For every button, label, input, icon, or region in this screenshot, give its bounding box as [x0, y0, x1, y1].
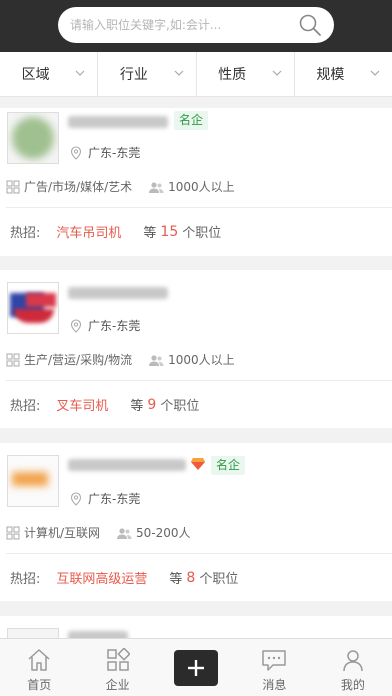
industry-text: 广告/市场/媒体/艺术	[24, 180, 133, 194]
company-meta: 生产/营运/采购/物流 1000人以上	[6, 351, 235, 368]
tab-publish[interactable]	[157, 639, 235, 696]
filter-scale[interactable]: 规模	[295, 52, 392, 96]
company-location: 广东-东莞	[70, 144, 140, 161]
company-size: 1000人以上	[148, 351, 235, 368]
hot-label: 热招:	[10, 399, 41, 414]
search-input[interactable]	[70, 7, 290, 43]
people-icon	[117, 527, 132, 539]
category-grid-icon	[6, 526, 20, 539]
filter-bar: 区域 行业 性质 规模	[0, 52, 392, 97]
chevron-down-icon	[174, 70, 183, 76]
famous-company-badge: 名企	[174, 111, 209, 130]
more-suffix: 个职位	[160, 399, 200, 414]
famous-company-badge: 名企	[211, 456, 246, 475]
hot-job-link[interactable]: 叉车司机	[56, 395, 108, 414]
category-grid-icon	[6, 353, 20, 366]
company-meta: 计算机/互联网 50-200人	[6, 524, 191, 541]
company-meta: 广告/市场/媒体/艺术 1000人以上	[6, 178, 235, 195]
company-logo	[7, 455, 59, 507]
more-prefix: 等	[169, 572, 183, 587]
company-logo	[7, 628, 59, 638]
people-icon	[149, 181, 164, 193]
more-suffix: 个职位	[199, 572, 239, 587]
tab-label: 消息	[262, 678, 287, 692]
company-location: 广东-东莞	[70, 490, 140, 507]
job-count: 9	[147, 396, 157, 413]
job-count: 15	[160, 223, 179, 240]
divider	[6, 380, 392, 381]
search-box[interactable]	[58, 7, 334, 43]
industry-text: 生产/营运/采购/物流	[24, 353, 133, 367]
person-icon	[343, 650, 363, 672]
more-suffix: 个职位	[182, 226, 222, 241]
location-text: 广东-东莞	[88, 319, 141, 333]
hot-jobs: 热招: 汽车吊司机 等 15 个职位	[10, 222, 222, 242]
top-bar	[0, 0, 392, 52]
location-pin-icon	[70, 145, 82, 160]
company-name-blurred	[68, 456, 186, 474]
tab-label: 我的	[340, 678, 365, 692]
hot-job-link[interactable]: 互联网高级运营	[56, 568, 147, 587]
tab-profile[interactable]: 我的	[314, 639, 392, 696]
hot-job-link[interactable]: 汽车吊司机	[56, 222, 121, 241]
company-logo	[7, 282, 59, 334]
bottom-tab-bar: 首页 企业 消息 我的	[0, 638, 392, 696]
chevron-down-icon	[272, 70, 282, 76]
plus-icon	[188, 660, 205, 676]
size-text: 1000人以上	[168, 180, 235, 194]
company-location: 广东-东莞	[70, 317, 140, 334]
hot-label: 热招:	[10, 572, 41, 587]
company-card[interactable]	[0, 616, 392, 643]
message-icon	[262, 650, 287, 671]
company-logo	[7, 112, 59, 164]
hot-jobs: 热招: 叉车司机 等 9 个职位	[10, 395, 200, 415]
filter-industry[interactable]: 行业	[98, 52, 197, 96]
company-name-blurred	[68, 284, 178, 302]
company-name-blurred	[68, 113, 178, 131]
location-pin-icon	[70, 491, 82, 506]
filter-label: 区域	[21, 67, 50, 83]
divider	[6, 553, 392, 554]
divider	[6, 207, 392, 208]
filter-label: 规模	[316, 67, 345, 83]
people-icon	[149, 354, 164, 366]
filter-label: 行业	[119, 67, 148, 83]
size-text: 50-200人	[136, 526, 191, 540]
location-text: 广东-东莞	[88, 492, 141, 506]
company-card[interactable]: 广东-东莞 生产/营运/采购/物流 1000人以上 热招: 叉车司机 等 9 个…	[0, 270, 392, 428]
company-card[interactable]: 名企 广东-东莞 计算机/互联网 50-200人 热招: 互联网高级运营 等 8…	[0, 443, 392, 601]
filter-nature[interactable]: 性质	[197, 52, 295, 96]
industry-text: 计算机/互联网	[24, 526, 101, 540]
filter-label: 性质	[218, 67, 247, 83]
company-card[interactable]: 名企 广东-东莞 广告/市场/媒体/艺术 1000人以上 热招: 汽车吊司机 等…	[0, 108, 392, 256]
tab-label: 企业	[105, 678, 130, 692]
company-grid-icon	[106, 648, 130, 671]
more-prefix: 等	[143, 226, 157, 241]
tab-home[interactable]: 首页	[0, 639, 78, 696]
tab-company[interactable]: 企业	[78, 639, 156, 696]
hot-label: 热招:	[10, 226, 41, 241]
home-icon	[28, 649, 50, 671]
chevron-down-icon	[75, 70, 85, 76]
category-grid-icon	[6, 180, 20, 193]
company-size: 50-200人	[116, 524, 191, 541]
job-count: 8	[186, 569, 196, 586]
more-prefix: 等	[130, 399, 144, 414]
tab-messages[interactable]: 消息	[235, 639, 313, 696]
location-text: 广东-东莞	[88, 146, 141, 160]
location-pin-icon	[70, 318, 82, 333]
filter-region[interactable]: 区域	[0, 52, 99, 96]
chevron-down-icon	[370, 70, 380, 76]
hot-jobs: 热招: 互联网高级运营 等 8 个职位	[10, 568, 239, 588]
search-icon[interactable]	[298, 13, 322, 37]
tab-label: 首页	[27, 678, 52, 692]
plus-button[interactable]	[174, 650, 219, 686]
diamond-icon	[191, 458, 205, 470]
company-size: 1000人以上	[148, 178, 235, 195]
size-text: 1000人以上	[168, 353, 235, 367]
